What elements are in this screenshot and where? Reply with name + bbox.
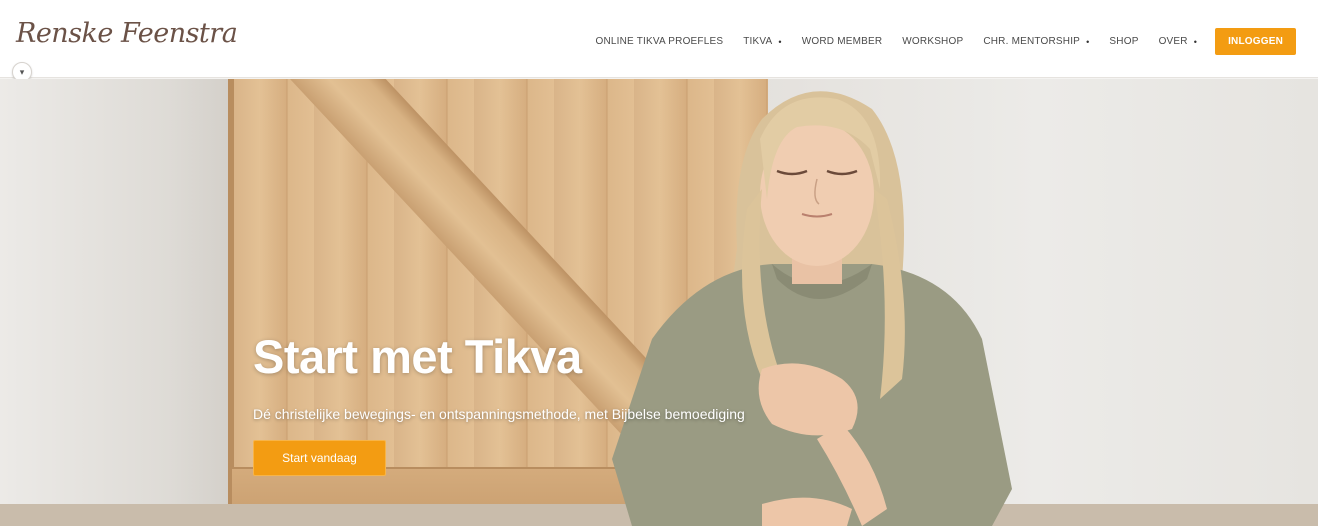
hero-section: Start met Tikva Dé christelijke beweging… <box>0 79 1318 526</box>
hero-background-wall <box>0 79 240 526</box>
nav-item-workshop[interactable]: WORKSHOP <box>902 36 963 47</box>
site-header: Renske Feenstra ▾ ONLINE TIKVA PROEFLES … <box>0 0 1318 82</box>
login-button[interactable]: INLOGGEN <box>1215 28 1296 55</box>
nav-item-over[interactable]: OVER • <box>1159 36 1198 47</box>
nav-item-online-tikva-proefles[interactable]: ONLINE TIKVA PROEFLES <box>595 36 723 47</box>
main-nav: ONLINE TIKVA PROEFLES TIKVA • WORD MEMBE… <box>575 28 1296 55</box>
hero-title: Start met Tikva <box>253 330 582 383</box>
nav-item-label: ONLINE TIKVA PROEFLES <box>595 36 724 47</box>
dropdown-dot-icon: • <box>1086 36 1090 47</box>
nav-item-label: TIKVA <box>743 36 773 47</box>
nav-item-label: OVER <box>1158 36 1188 47</box>
hero-subtitle: Dé christelijke bewegings- en ontspannin… <box>253 406 745 422</box>
nav-item-chr-mentorship[interactable]: CHR. MENTORSHIP • <box>983 36 1089 47</box>
nav-item-label: CHR. MENTORSHIP <box>983 36 1081 47</box>
nav-item-word-member[interactable]: WORD MEMBER <box>802 36 883 47</box>
site-logo[interactable]: Renske Feenstra <box>12 10 238 68</box>
nav-item-shop[interactable]: SHOP <box>1109 36 1138 47</box>
dropdown-dot-icon: • <box>778 36 782 47</box>
dropdown-dot-icon: • <box>1193 36 1198 47</box>
logo-text: Renske Feenstra <box>16 18 238 49</box>
nav-item-label: WORD MEMBER <box>801 36 883 47</box>
start-today-button[interactable]: Start vandaag <box>253 440 386 476</box>
nav-item-label: SHOP <box>1109 36 1139 47</box>
hero-photo-person <box>612 79 1032 526</box>
nav-item-tikva[interactable]: TIKVA • <box>743 36 782 47</box>
nav-item-label: WORKSHOP <box>902 36 964 47</box>
